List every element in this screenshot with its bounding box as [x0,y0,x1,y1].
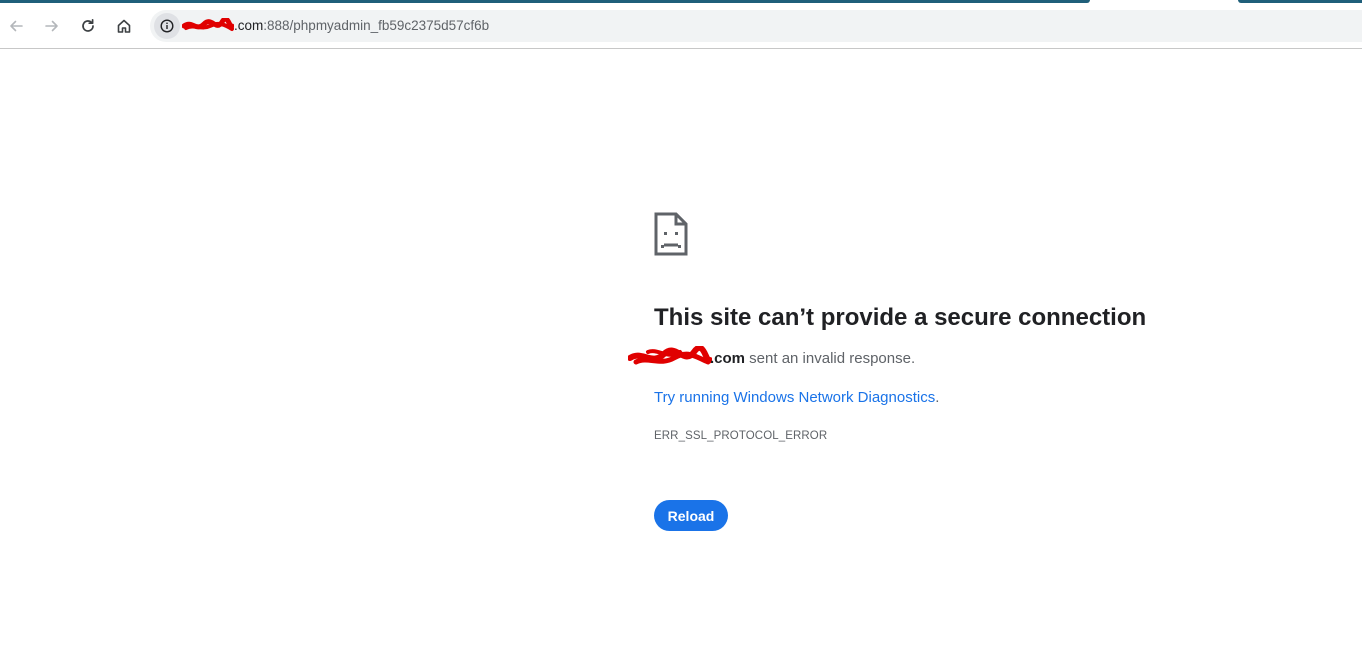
url-host: .com [234,18,264,33]
arrow-right-icon [45,20,58,32]
home-button[interactable] [108,10,140,42]
sad-page-icon [654,212,688,256]
address-bar[interactable]: .com:888/phpmyadmin_fb59c2375d57cf6b [150,10,1362,42]
inactive-tab-left[interactable] [0,0,1090,3]
arrow-left-icon [10,20,23,32]
diagnostics-line: Try running Windows Network Diagnostics. [654,388,939,408]
reload-button[interactable]: Reload [654,500,728,531]
back-button[interactable] [0,10,32,42]
url-text: .com:888/phpmyadmin_fb59c2375d57cf6b [234,18,489,34]
error-host: .com [710,350,746,367]
forward-button[interactable] [36,10,68,42]
url-path: :888/phpmyadmin_fb59c2375d57cf6b [263,18,490,33]
browser-toolbar: .com:888/phpmyadmin_fb59c2375d57cf6b [0,4,1362,49]
home-icon [117,19,131,33]
reload-toolbar-button[interactable] [72,10,104,42]
error-headline: This site can’t provide a secure connect… [654,304,1147,331]
error-message: .com sent an invalid response. [654,349,915,369]
site-info-button[interactable] [154,13,180,39]
error-code: ERR_SSL_PROTOCOL_ERROR [654,430,828,442]
inactive-tab-right[interactable] [1238,0,1362,3]
redaction-scribble [182,18,234,31]
diagnostics-link[interactable]: Try running Windows Network Diagnostics [654,389,935,406]
diagnostics-period: . [935,389,940,406]
info-icon [160,19,174,33]
reload-icon [82,18,94,32]
error-message-text: sent an invalid response. [745,350,916,367]
